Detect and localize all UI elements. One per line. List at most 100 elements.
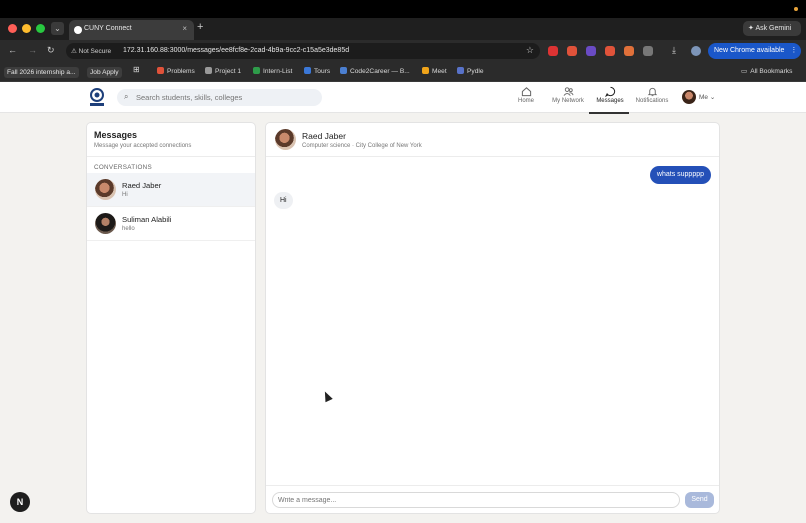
message-input[interactable] [278,495,673,506]
ask-gemini-label: Ask Gemini [755,25,792,32]
bookmark-star-icon[interactable]: ☆ [526,45,534,56]
download-icon[interactable]: ⤓ [672,45,676,56]
nav-notifications[interactable]: Notifications [631,86,673,104]
panel-title: Messages [94,130,138,140]
tab-title: CUNY Connect [84,25,132,32]
extension-icon[interactable] [605,46,615,56]
me-label: Me [699,94,709,101]
search-input[interactable] [136,91,316,104]
bookmark-item[interactable]: Meet [422,67,447,75]
browser-tab-bar: ⌄ CUNY Connect × + ✦ Ask Gemini [0,18,806,40]
bookmark-favicon-icon [253,67,260,74]
send-button[interactable]: Send [685,492,714,508]
profile-avatar[interactable] [691,46,701,56]
new-tab-button[interactable]: + [197,21,203,33]
cuny-logo-icon[interactable] [89,88,105,108]
all-bookmarks-label: All Bookmarks [750,68,793,75]
search-bar[interactable]: ⌕ [117,89,322,106]
conversation-name: Raed Jaber [122,181,162,190]
extensions-puzzle-icon[interactable] [643,46,653,56]
divider [266,485,719,486]
nav-home-label: Home [517,98,534,104]
bell-icon [647,87,657,97]
extension-icon[interactable] [624,46,634,56]
avatar [95,179,116,200]
conversation-preview: Hi [122,192,128,198]
address-bar[interactable]: ⚠ Not Secure 172.31.160.88:3000/messages… [66,43,540,59]
bookmark-item[interactable]: Pydle [457,67,484,75]
bookmark-item[interactable]: Code2Career — B... [340,67,410,75]
window-minimize-button[interactable] [22,24,31,33]
conversation-item-raed-jaber[interactable]: Raed Jaber Hi [87,173,255,207]
tab-close-icon[interactable]: × [182,24,187,33]
conversation-item-suliman-alabili[interactable]: Suliman Alabili hello [87,207,255,241]
floating-badge[interactable]: N [10,492,30,512]
message-composer[interactable] [272,492,680,508]
bookmark-favicon-icon [422,67,429,74]
bookmark-item[interactable]: Intern-List [253,67,292,75]
bookmarks-bar: Fall 2026 internship a... Job Apply ⊞ Pr… [0,63,806,82]
bookmark-favicon-icon [340,67,347,74]
window-close-button[interactable] [8,24,17,33]
bookmark-item[interactable]: Problems [157,67,195,75]
incoming-message: Hi [274,192,293,209]
nav-my-network[interactable]: My Network [547,86,589,104]
not-secure-label: Not Secure [78,48,112,55]
kebab-menu-icon[interactable]: ⋮ [790,47,797,54]
avatar [682,90,696,104]
sparkle-icon: ✦ [748,25,754,32]
site-header: ⌕ Home My Network Messages Notifications… [0,82,806,114]
divider [266,156,719,157]
chevron-down-icon: ⌄ [709,94,716,101]
reload-icon[interactable]: ↻ [47,45,55,56]
window-maximize-button[interactable] [36,24,45,33]
bookmark-item[interactable]: Job Apply [87,67,122,78]
browser-tab-active[interactable]: CUNY Connect × [69,20,194,40]
system-menu-bar [0,0,806,18]
update-label: New Chrome available [714,47,785,54]
nav-notifications-label: Notifications [635,98,669,104]
ask-gemini-button[interactable]: ✦ Ask Gemini [743,21,801,36]
forward-arrow-icon[interactable]: → [28,45,37,55]
bookmark-label: Tours [314,68,331,75]
bookmark-favicon-icon [304,67,311,74]
nav-messages-label: Messages [596,98,624,104]
conversations-panel: Messages Message your accepted connectio… [86,122,256,514]
bookmark-item[interactable]: Fall 2026 internship a... [4,67,79,78]
network-icon [563,87,574,96]
avatar[interactable] [275,129,296,150]
nav-my-network-label: My Network [552,98,584,104]
extension-icon[interactable] [586,46,596,56]
folder-icon: ▭ [741,68,748,75]
nav-messages[interactable]: Messages [589,86,631,114]
tab-favicon-icon [74,26,82,34]
warning-icon: ⚠ [71,48,77,55]
tab-search-icon[interactable]: ⌄ [51,22,64,35]
bookmark-label: Code2Career — B... [350,68,410,75]
apps-grid-icon[interactable]: ⊞ [133,65,140,74]
bookmark-favicon-icon [457,67,464,74]
chat-contact-name[interactable]: Raed Jaber [302,131,346,141]
url-text[interactable]: 172.31.160.88:3000/messages/ee8fcf8e-2ca… [123,47,349,54]
all-bookmarks-button[interactable]: ▭ All Bookmarks [741,67,792,75]
browser-toolbar: ← → ↻ ⚠ Not Secure 172.31.160.88:3000/me… [0,40,806,63]
extension-icon[interactable] [567,46,577,56]
bookmark-item[interactable]: Tours [304,67,330,75]
extension-icon[interactable] [548,46,558,56]
new-chrome-available-button[interactable]: New Chrome available ⋮ [708,43,801,59]
bookmark-label: Project 1 [215,68,242,75]
not-secure-indicator[interactable]: ⚠ Not Secure [71,47,111,55]
divider [87,156,255,157]
panel-subtitle: Message your accepted connections [94,143,192,149]
avatar [95,213,116,234]
outgoing-message: whats suppppp [649,166,711,184]
bookmark-label: Intern-List [263,68,293,75]
nav-home[interactable]: Home [505,86,547,104]
search-icon: ⌕ [124,92,129,101]
messages-icon [604,86,615,97]
back-arrow-icon[interactable]: ← [8,45,17,55]
bookmark-label: Meet [432,68,447,75]
home-icon [521,87,531,97]
bookmark-item[interactable]: Project 1 [205,67,241,75]
active-tab-indicator [589,112,629,114]
